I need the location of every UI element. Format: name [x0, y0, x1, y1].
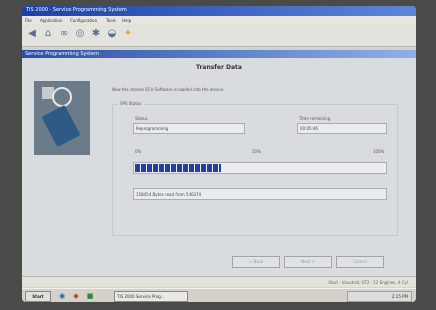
- menubar: File Application Configuration Tools Hel…: [22, 16, 416, 24]
- back-button[interactable]: < Back: [232, 256, 280, 268]
- quicklaunch-app-icon[interactable]: ◆: [70, 290, 82, 302]
- start-button[interactable]: Start: [25, 291, 51, 302]
- disc-icon[interactable]: ◎: [74, 28, 86, 40]
- transfer-message-field: 158454 Bytes read from 540374: [133, 188, 387, 200]
- percent-100-label: 100%: [373, 149, 385, 154]
- time-remaining-field: 00:05:46: [297, 123, 387, 134]
- menu-item-file[interactable]: File: [25, 18, 32, 23]
- time-remaining-label: Time remaining: [299, 116, 331, 121]
- binoculars-icon[interactable]: ∞: [58, 28, 70, 40]
- transfer-message: 158454 Bytes read from 540374: [136, 192, 202, 197]
- monitor-screen: TIS 2000 · Service Programming System Fi…: [22, 6, 416, 302]
- plug-graphic: [41, 104, 81, 148]
- programming-device-image: [34, 81, 90, 155]
- lightbulb-icon[interactable]: ✦: [122, 28, 134, 40]
- instruction-text: Now the chosen ECU Software is loaded in…: [112, 87, 225, 92]
- cancel-button[interactable]: Cancel: [336, 256, 384, 268]
- dialog-content: Transfer Data Now the chosen ECU Softwar…: [22, 58, 416, 276]
- progress-fill: [135, 164, 221, 172]
- status-label: Status: [135, 116, 148, 121]
- settings-icon[interactable]: ✱: [90, 28, 102, 40]
- quicklaunch-tool-icon[interactable]: ■: [84, 290, 96, 302]
- quicklaunch-ie-icon[interactable]: ◉: [56, 290, 68, 302]
- window-title: TIS 2000 · Service Programming System: [26, 7, 127, 13]
- status-field: Reprogramming: [133, 123, 245, 134]
- percent-0-label: 0%: [135, 149, 142, 154]
- back-icon[interactable]: ◀: [26, 28, 38, 40]
- progress-bar: [133, 162, 387, 174]
- statusbar: Start · Vauxhall, GT2 · 12 Engines, 4 Cy…: [22, 276, 416, 287]
- menu-item-configuration[interactable]: Configuration: [70, 18, 97, 23]
- cable-graphic: [52, 87, 72, 107]
- menu-item-help[interactable]: Help: [122, 18, 131, 23]
- menu-item-application[interactable]: Application: [40, 18, 62, 23]
- dialog-heading: Transfer Data: [196, 64, 242, 71]
- app-title: Service Programming System: [25, 51, 100, 57]
- statusbar-text: Start · Vauxhall, GT2 · 12 Engines, 4 Cy…: [328, 280, 408, 285]
- app-titlebar: Service Programming System: [22, 50, 416, 58]
- window-titlebar: TIS 2000 · Service Programming System: [22, 6, 416, 16]
- toolbar: ◀ ⌂ ∞ ◎ ✱ ◒ ✦: [22, 24, 416, 47]
- status-value: Reprogramming: [136, 126, 169, 131]
- group-label: SPS Status: [118, 101, 144, 106]
- taskbar-task-tis2000[interactable]: TIS 2000 Service Prog...: [114, 291, 188, 302]
- time-remaining-value: 00:05:46: [300, 126, 318, 131]
- next-button[interactable]: Next >: [284, 256, 332, 268]
- menu-item-tools[interactable]: Tools: [106, 18, 116, 23]
- home-icon[interactable]: ⌂: [42, 28, 54, 40]
- system-tray-clock: 2:15 PM: [347, 291, 412, 302]
- sps-status-group: SPS Status Status Reprogramming Time rem…: [112, 101, 398, 236]
- taskbar: Start ◉ ◆ ■ TIS 2000 Service Prog... 2:1…: [22, 288, 416, 302]
- percent-50-label: 50%: [252, 149, 261, 154]
- car-icon[interactable]: ◒: [106, 28, 118, 40]
